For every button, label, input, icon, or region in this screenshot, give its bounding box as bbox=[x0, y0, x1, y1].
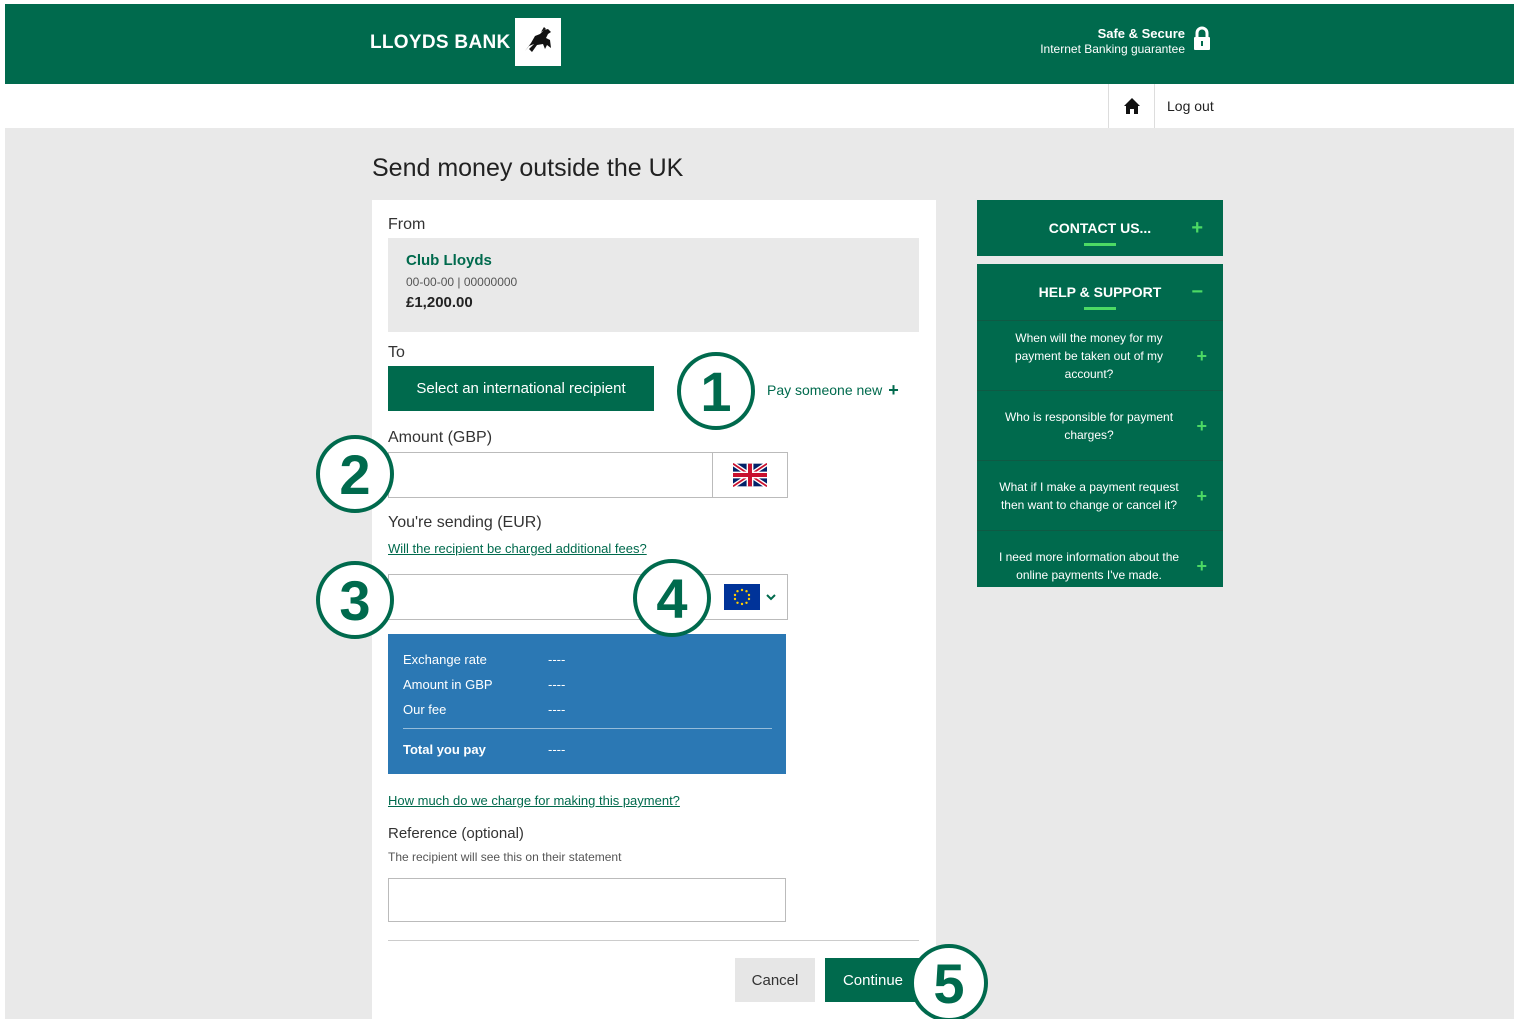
select-recipient-button[interactable]: Select an international recipient bbox=[388, 366, 654, 411]
faq-question: Who is responsible for payment charges? bbox=[1004, 409, 1174, 442]
pay-someone-new-link[interactable]: Pay someone new + bbox=[767, 380, 899, 401]
reference-label: Reference (optional) bbox=[388, 825, 524, 842]
expand-plus-icon: + bbox=[1196, 415, 1207, 436]
callout-badge-4: 4 bbox=[633, 559, 711, 637]
expand-plus-icon: + bbox=[1196, 555, 1207, 576]
faq-question: When will the money for my payment be ta… bbox=[1014, 330, 1164, 381]
form-divider bbox=[388, 940, 919, 941]
utility-bar: Log out bbox=[5, 84, 1514, 128]
contact-us-header[interactable]: CONTACT US... + bbox=[977, 200, 1223, 256]
logout-link[interactable]: Log out bbox=[1167, 98, 1214, 114]
faq-item[interactable]: When will the money for my payment be ta… bbox=[977, 320, 1223, 390]
pay-someone-new-label: Pay someone new bbox=[767, 382, 883, 398]
padlock-icon bbox=[1192, 26, 1212, 57]
to-label: To bbox=[388, 344, 405, 361]
amount-label: Amount (GBP) bbox=[388, 429, 493, 446]
help-support-header[interactable]: HELP & SUPPORT − bbox=[977, 264, 1223, 320]
collapse-minus-icon: − bbox=[1191, 281, 1203, 303]
summary-divider bbox=[403, 728, 772, 729]
amount-input[interactable] bbox=[389, 453, 713, 497]
total-value: ---- bbox=[548, 742, 566, 757]
secure-subtitle: Internet Banking guarantee bbox=[1040, 42, 1185, 56]
account-number: 00-00-00 | 00000000 bbox=[406, 275, 518, 289]
our-fee-value: ---- bbox=[548, 702, 566, 717]
callout-badge-1: 1 bbox=[677, 352, 755, 430]
exchange-summary: Exchange rate ---- Amount in GBP ---- Ou… bbox=[388, 634, 786, 774]
amount-gbp-value: ---- bbox=[548, 677, 566, 692]
reference-field bbox=[388, 878, 786, 922]
help-support-title: HELP & SUPPORT bbox=[1038, 284, 1162, 300]
home-icon bbox=[1123, 98, 1140, 114]
continue-button[interactable]: Continue bbox=[825, 958, 921, 1002]
callout-badge-5: 5 bbox=[910, 944, 988, 1019]
cancel-button[interactable]: Cancel bbox=[735, 958, 815, 1002]
expand-plus-icon: + bbox=[1191, 217, 1203, 239]
home-button[interactable] bbox=[1108, 84, 1155, 128]
expand-plus-icon: + bbox=[1196, 485, 1207, 506]
callout-badge-2: 2 bbox=[316, 435, 394, 513]
black-horse-logo-icon bbox=[515, 18, 561, 66]
page-title: Send money outside the UK bbox=[372, 154, 684, 182]
amount-field bbox=[388, 452, 788, 498]
plus-icon: + bbox=[888, 380, 899, 400]
faq-item[interactable]: I need more information about the online… bbox=[977, 530, 1223, 600]
brand-name: LLOYDS BANK bbox=[370, 32, 511, 53]
contact-us-title: CONTACT US... bbox=[1048, 220, 1152, 236]
exchange-rate-label: Exchange rate bbox=[403, 652, 487, 667]
faq-question: What if I make a payment request then wa… bbox=[999, 479, 1179, 512]
eu-flag-icon bbox=[724, 584, 760, 610]
title-underline bbox=[1084, 243, 1116, 246]
sending-field bbox=[388, 574, 788, 620]
callout-badge-3: 3 bbox=[316, 561, 394, 639]
help-support-panel: HELP & SUPPORT − When will the money for… bbox=[977, 264, 1223, 587]
top-header: LLOYDS BANK Safe & Secure Internet Banki… bbox=[5, 4, 1514, 84]
sending-label: You're sending (EUR) bbox=[388, 514, 542, 531]
safe-secure-info: Safe & Secure Internet Banking guarantee bbox=[1005, 26, 1185, 56]
account-balance: £1,200.00 bbox=[406, 294, 473, 311]
currency-select[interactable] bbox=[713, 575, 787, 619]
from-account-box: Club Lloyds 00-00-00 | 00000000 £1,200.0… bbox=[388, 238, 919, 332]
our-fee-label: Our fee bbox=[403, 702, 447, 717]
from-label: From bbox=[388, 216, 426, 233]
recipient-fees-link[interactable]: Will the recipient be charged additional… bbox=[388, 541, 647, 556]
faq-item[interactable]: What if I make a payment request then wa… bbox=[977, 460, 1223, 530]
account-name: Club Lloyds bbox=[406, 252, 492, 269]
faq-question: I need more information about the online… bbox=[998, 549, 1180, 582]
faq-item[interactable]: Who is responsible for payment charges? … bbox=[977, 390, 1223, 460]
chevron-down-icon bbox=[766, 594, 776, 601]
expand-plus-icon: + bbox=[1196, 345, 1207, 366]
secure-title: Safe & Secure bbox=[1097, 26, 1185, 41]
contact-us-panel[interactable]: CONTACT US... + bbox=[977, 200, 1223, 256]
reference-hint: The recipient will see this on their sta… bbox=[388, 850, 622, 864]
total-label: Total you pay bbox=[403, 742, 486, 757]
gbp-currency bbox=[712, 453, 787, 497]
title-underline bbox=[1084, 307, 1116, 310]
reference-input[interactable] bbox=[389, 879, 785, 921]
app-frame: LLOYDS BANK Safe & Secure Internet Banki… bbox=[5, 4, 1514, 1019]
amount-gbp-label: Amount in GBP bbox=[403, 677, 493, 692]
exchange-rate-value: ---- bbox=[548, 652, 566, 667]
uk-flag-icon bbox=[733, 463, 767, 487]
charge-info-link[interactable]: How much do we charge for making this pa… bbox=[388, 793, 680, 808]
